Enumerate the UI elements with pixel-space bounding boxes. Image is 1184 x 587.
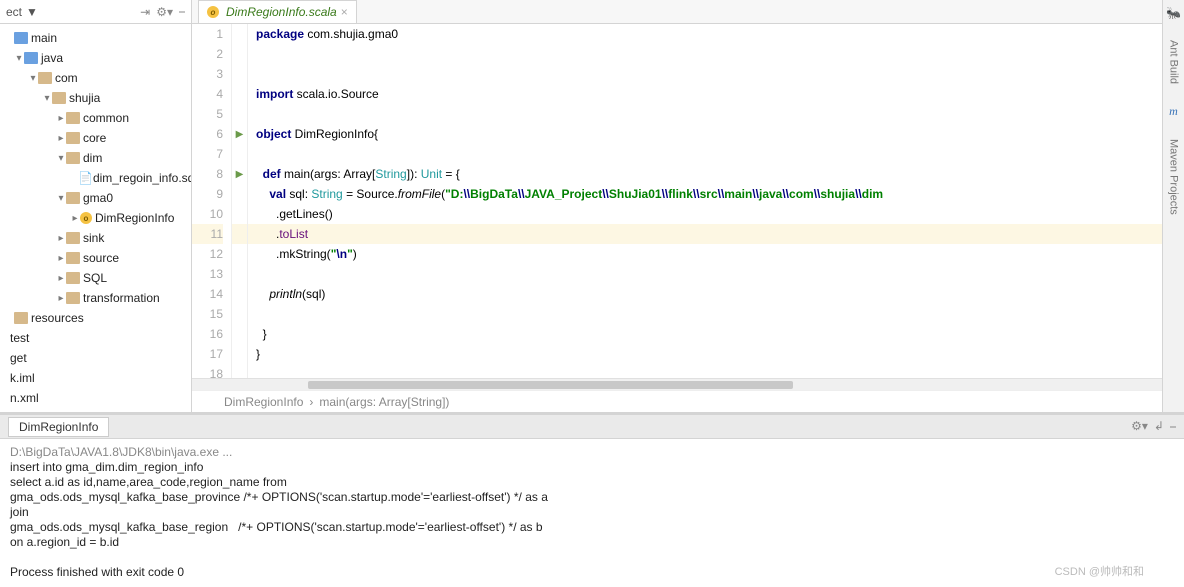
- tree-label: DimRegionInfo: [95, 211, 174, 225]
- console-line: D:\BigDaTa\JAVA1.8\JDK8\bin\java.exe ...: [10, 445, 232, 459]
- tree-file-dim-regoin-info[interactable]: 📄dim_regoin_info.sql: [0, 168, 191, 188]
- project-sidebar: ect ▼ ⇥ ⚙▾ ⎯ main ▾java ▾com ▾shujia ▸co…: [0, 0, 192, 412]
- run-header: DimRegionInfo ⚙▾ ↲ ⎯: [0, 415, 1184, 439]
- tree-node-core[interactable]: ▸core: [0, 128, 191, 148]
- maven-icon[interactable]: m: [1169, 104, 1178, 119]
- tree-label: shujia: [69, 91, 100, 105]
- tree-label: SQL: [83, 271, 107, 285]
- run-config-tab[interactable]: DimRegionInfo: [8, 417, 109, 437]
- code-body[interactable]: package com.shujia.gma0 import scala.io.…: [248, 24, 1162, 378]
- scala-object-icon: o: [207, 6, 219, 18]
- tree-label: source: [83, 251, 119, 265]
- horizontal-scrollbar[interactable]: [192, 378, 1162, 390]
- tree-node-gma0[interactable]: ▾gma0: [0, 188, 191, 208]
- maven-projects-tab[interactable]: Maven Projects: [1168, 139, 1180, 215]
- tree-file-k-iml[interactable]: k.iml: [0, 368, 191, 388]
- console-line: join: [10, 505, 29, 519]
- console-output[interactable]: D:\BigDaTa\JAVA1.8\JDK8\bin\java.exe ...…: [0, 439, 1184, 587]
- code-editor[interactable]: 123456789101112131415161718 ▶ ▶ package …: [192, 24, 1162, 378]
- tree-label: gma0: [83, 191, 113, 205]
- run-gutter-icon[interactable]: ▶: [236, 169, 244, 180]
- settings-icon[interactable]: ⚙▾: [156, 5, 173, 19]
- scala-object-icon: o: [80, 212, 92, 224]
- editor-tab-bar: o DimRegionInfo.scala ×: [192, 0, 1162, 24]
- tree-label: java: [41, 51, 63, 65]
- dropdown-arrow-icon[interactable]: ▼: [26, 5, 38, 19]
- tree-label: test: [10, 331, 29, 345]
- hide-icon[interactable]: ⎯: [1170, 419, 1176, 434]
- console-line: on a.region_id = b.id: [10, 535, 119, 549]
- tree-node-get[interactable]: get: [0, 348, 191, 368]
- gutter: 123456789101112131415161718: [192, 24, 232, 378]
- tree-node-resources[interactable]: resources: [0, 308, 191, 328]
- console-line: gma_ods.ods_mysql_kafka_base_province /*…: [10, 490, 548, 504]
- tree-file-dimregioninfo[interactable]: ▸oDimRegionInfo: [0, 208, 191, 228]
- hide-icon[interactable]: ⎯: [179, 4, 185, 19]
- tree-node-test[interactable]: test: [0, 328, 191, 348]
- console-line: select a.id as id,name,area_code,region_…: [10, 475, 287, 489]
- tree-node-java[interactable]: ▾java: [0, 48, 191, 68]
- console-line: insert into gma_dim.dim_region_info: [10, 460, 203, 474]
- right-tool-rail: 🐜 Ant Build m Maven Projects: [1162, 0, 1184, 412]
- tree-node-com[interactable]: ▾com: [0, 68, 191, 88]
- tree-label: k.iml: [10, 371, 35, 385]
- tree-label: transformation: [83, 291, 160, 305]
- run-tool-window: DimRegionInfo ⚙▾ ↲ ⎯ D:\BigDaTa\JAVA1.8\…: [0, 412, 1184, 587]
- tab-label: DimRegionInfo.scala: [226, 5, 337, 19]
- tree-label: com: [55, 71, 78, 85]
- ant-build-tab[interactable]: Ant Build: [1168, 40, 1180, 84]
- tree-label: dim_regoin_info.sql: [93, 171, 191, 185]
- tree-node-main[interactable]: main: [0, 28, 191, 48]
- tree-label: dim: [83, 151, 102, 165]
- sql-file-icon: 📄: [78, 171, 93, 185]
- tree-node-transformation[interactable]: ▸transformation: [0, 288, 191, 308]
- close-icon[interactable]: ×: [341, 5, 348, 19]
- sidebar-toolbar: ect ▼ ⇥ ⚙▾ ⎯: [0, 0, 191, 24]
- project-selector[interactable]: ect: [6, 5, 22, 19]
- tree-label: main: [31, 31, 57, 45]
- tree-node-sql[interactable]: ▸SQL: [0, 268, 191, 288]
- ant-icon[interactable]: 🐜: [1166, 6, 1181, 20]
- collapse-icon[interactable]: ⇥: [140, 5, 150, 19]
- chevron-right-icon: ›: [309, 395, 313, 409]
- breadcrumb[interactable]: DimRegionInfo › main(args: Array[String]…: [192, 390, 1162, 412]
- tree-label: get: [10, 351, 27, 365]
- tree-label: core: [83, 131, 106, 145]
- tree-node-sink[interactable]: ▸sink: [0, 228, 191, 248]
- tree-node-source[interactable]: ▸source: [0, 248, 191, 268]
- tree-file-n-xml[interactable]: n.xml: [0, 388, 191, 408]
- editor-area: o DimRegionInfo.scala × 1234567891011121…: [192, 0, 1162, 412]
- breadcrumb-method[interactable]: main(args: Array[String]): [319, 395, 449, 409]
- tree-node-common[interactable]: ▸common: [0, 108, 191, 128]
- run-gutter-icon[interactable]: ▶: [236, 129, 244, 140]
- breadcrumb-class[interactable]: DimRegionInfo: [224, 395, 303, 409]
- tree-label: sink: [83, 231, 104, 245]
- tree-label: common: [83, 111, 129, 125]
- tree-node-shujia[interactable]: ▾shujia: [0, 88, 191, 108]
- run-settings-icon[interactable]: ⚙▾: [1131, 419, 1148, 434]
- tree-label: resources: [31, 311, 84, 325]
- gutter-markers[interactable]: ▶ ▶: [232, 24, 248, 378]
- console-line: gma_ods.ods_mysql_kafka_base_region /*+ …: [10, 520, 543, 534]
- soft-wrap-icon[interactable]: ↲: [1154, 419, 1164, 434]
- project-tree[interactable]: main ▾java ▾com ▾shujia ▸common ▸core ▾d…: [0, 24, 191, 412]
- tab-dimregioninfo[interactable]: o DimRegionInfo.scala ×: [198, 0, 357, 23]
- tree-node-dim[interactable]: ▾dim: [0, 148, 191, 168]
- tree-label: n.xml: [10, 391, 39, 405]
- console-line: Process finished with exit code 0: [10, 565, 184, 579]
- scrollbar-thumb[interactable]: [308, 381, 793, 389]
